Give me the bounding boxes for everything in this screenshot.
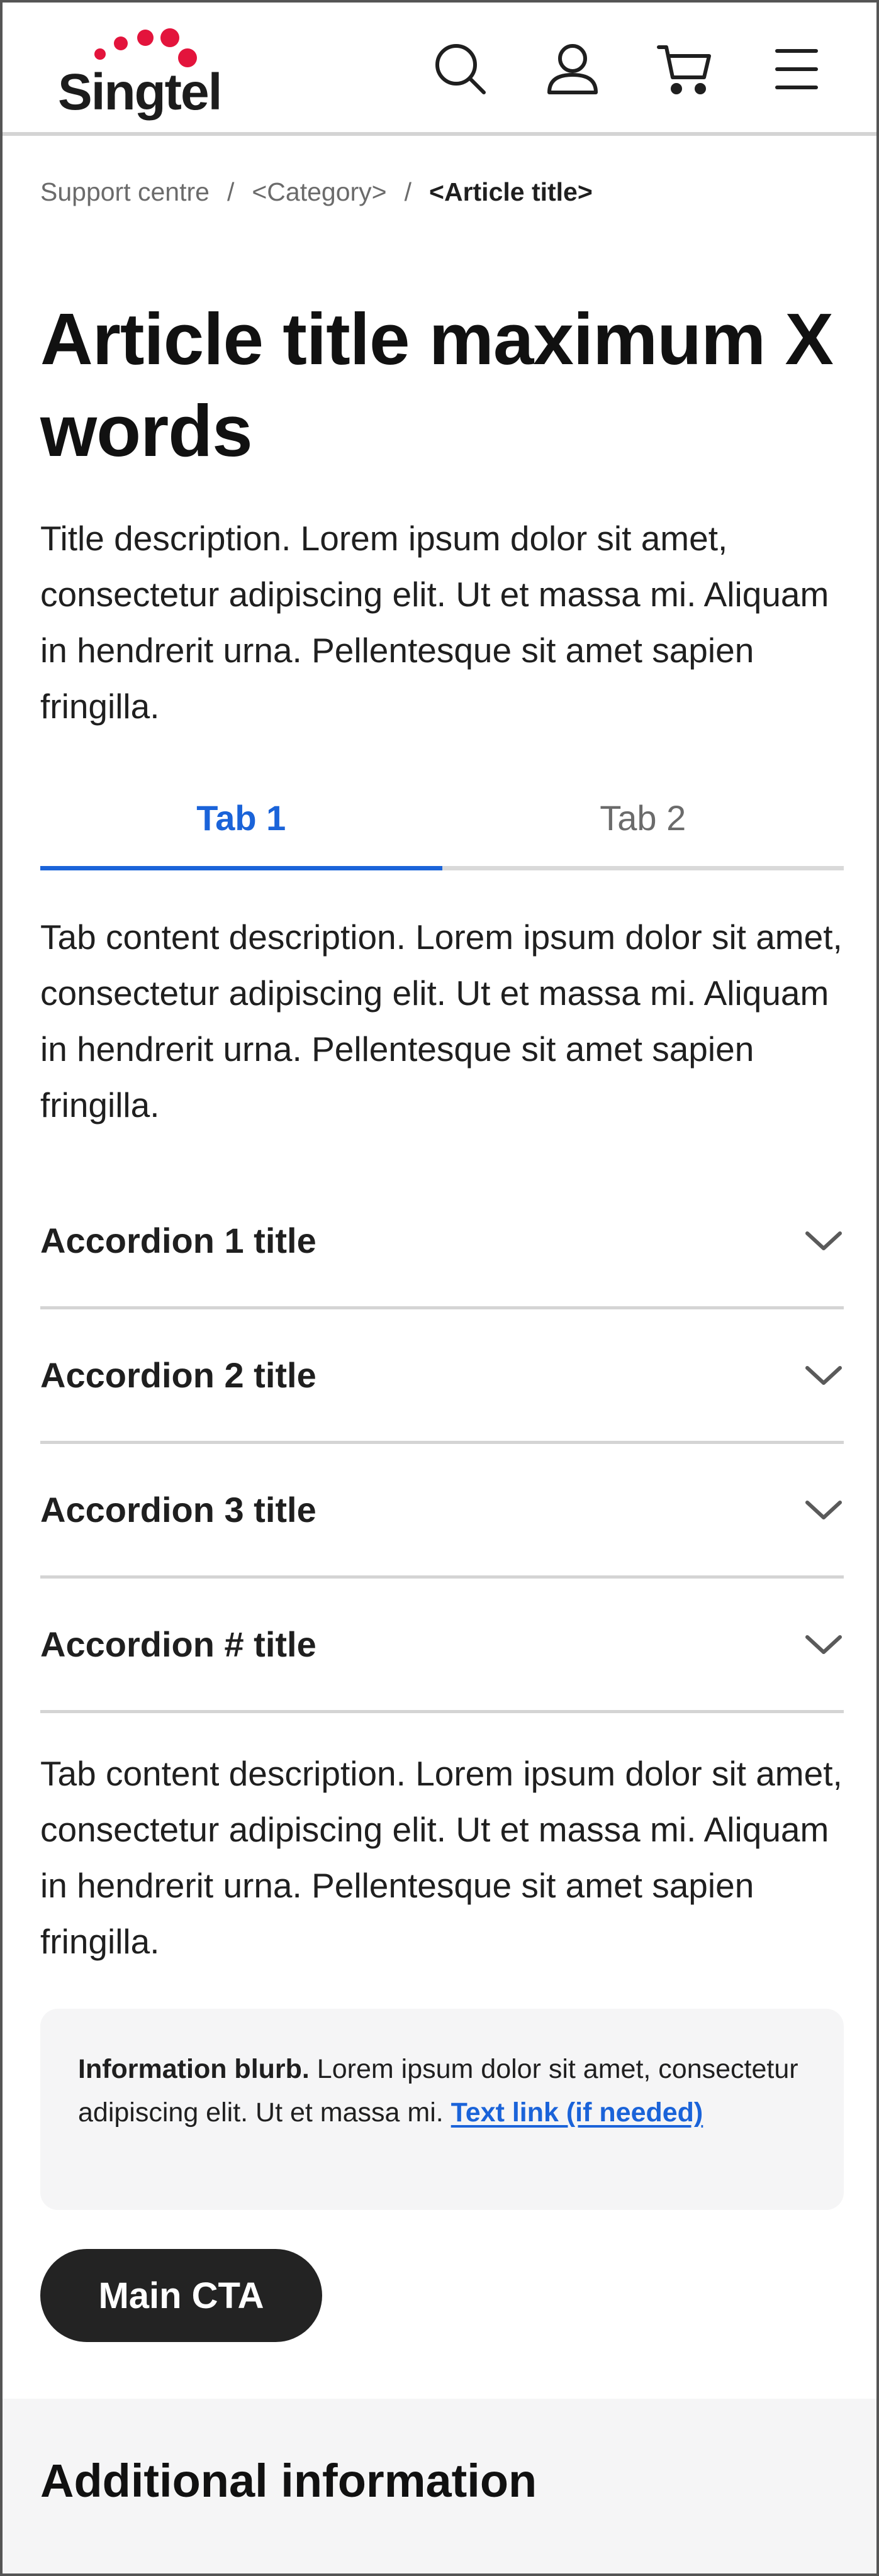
breadcrumb-item-category[interactable]: <Category> bbox=[252, 177, 386, 206]
tab-bar: Tab 1 Tab 2 bbox=[40, 789, 844, 870]
accordion-item-2[interactable]: Accordion 2 title bbox=[40, 1309, 844, 1444]
chevron-down-icon bbox=[805, 1500, 842, 1519]
info-blurb-heading: Information blurb. bbox=[78, 2054, 310, 2084]
tab-1[interactable]: Tab 1 bbox=[40, 789, 442, 870]
breadcrumb: Support centre / <Category> / <Article title… bbox=[40, 177, 593, 207]
additional-information-title: Additional information bbox=[40, 2455, 537, 2507]
breadcrumb-item-support-centre[interactable]: Support centre bbox=[40, 177, 210, 206]
accordion-title: Accordion 1 title bbox=[40, 1221, 316, 1260]
accordion-list: Accordion 1 title Accordion 2 title Acco… bbox=[40, 1175, 844, 1713]
user-icon bbox=[547, 44, 598, 94]
accordion-item-1[interactable]: Accordion 1 title bbox=[40, 1175, 844, 1309]
accordion-item-4[interactable]: Accordion # title bbox=[40, 1579, 844, 1713]
search-icon bbox=[435, 44, 486, 94]
title-description: Title description. Lorem ipsum dolor sit… bbox=[40, 519, 829, 726]
menu-icon bbox=[775, 49, 818, 89]
page-title: Article title maximum X words bbox=[40, 298, 834, 472]
breadcrumb-current: <Article title> bbox=[429, 177, 593, 206]
site-header: Singtel bbox=[3, 3, 876, 136]
cart-button[interactable] bbox=[654, 39, 715, 99]
main-cta-button[interactable]: Main CTA bbox=[40, 2249, 322, 2342]
menu-button[interactable] bbox=[766, 39, 827, 99]
breadcrumb-separator: / bbox=[227, 177, 235, 206]
chevron-down-icon bbox=[805, 1635, 842, 1654]
account-button[interactable] bbox=[542, 39, 603, 99]
additional-information-section: Additional information bbox=[3, 2399, 876, 2573]
cart-icon bbox=[657, 45, 711, 94]
breadcrumb-separator: / bbox=[404, 177, 412, 206]
page-frame: Singtel Support centre / <Category> / <A… bbox=[0, 0, 879, 2576]
tab-2[interactable]: Tab 2 bbox=[442, 789, 844, 866]
accordion-title: Accordion 2 title bbox=[40, 1355, 316, 1395]
tab-content-description: Tab content description. Lorem ipsum dol… bbox=[40, 918, 843, 1124]
accordion-title: Accordion # title bbox=[40, 1624, 316, 1664]
accordion-item-3[interactable]: Accordion 3 title bbox=[40, 1444, 844, 1579]
accordion-title: Accordion 3 title bbox=[40, 1490, 316, 1530]
logo-wordmark: Singtel bbox=[58, 64, 222, 121]
chevron-down-icon bbox=[805, 1231, 842, 1250]
tab-content-description-secondary: Tab content description. Lorem ipsum dol… bbox=[40, 1754, 843, 1961]
chevron-down-icon bbox=[805, 1365, 842, 1385]
singtel-logo[interactable]: Singtel bbox=[55, 28, 222, 118]
info-blurb-link[interactable]: Text link (if needed) bbox=[451, 2097, 703, 2128]
search-button[interactable] bbox=[430, 39, 491, 99]
information-blurb: Information blurb. Lorem ipsum dolor sit… bbox=[40, 2009, 844, 2210]
